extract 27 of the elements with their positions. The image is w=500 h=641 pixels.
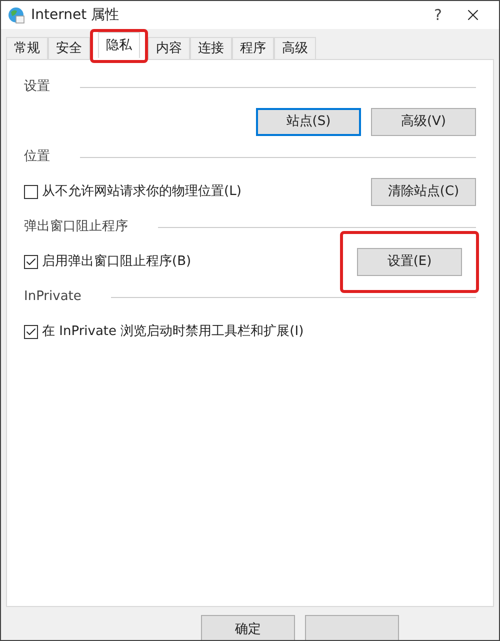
- tab[interactable]: 内容: [148, 37, 190, 59]
- tab[interactable]: 高级: [274, 37, 316, 59]
- checkbox[interactable]: [24, 325, 38, 339]
- checkbox-label: 在 InPrivate 浏览启动时禁用工具栏和扩展(I): [42, 323, 304, 342]
- dialog-button[interactable]: 设置(E): [357, 248, 462, 276]
- checkbox-label: 启用弹出窗口阻止程序(B): [42, 253, 192, 272]
- checkbox[interactable]: [24, 185, 38, 199]
- tab[interactable]: 隐私: [98, 32, 140, 58]
- tab[interactable]: 常规: [6, 37, 48, 59]
- dialog-button[interactable]: 确定: [201, 615, 295, 640]
- checkbox-label: 从不允许网站请求你的物理位置(L): [42, 183, 242, 202]
- help-button[interactable]: ?: [423, 4, 453, 26]
- group-title: InPrivate: [24, 288, 82, 306]
- window-title: Internet 属性: [31, 6, 120, 24]
- tab[interactable]: 连接: [190, 37, 232, 59]
- group-title: 位置: [24, 148, 50, 166]
- tab[interactable]: 安全: [48, 37, 90, 59]
- dialog-button[interactable]: 高级(V): [371, 108, 476, 136]
- globe-icon: [7, 6, 25, 24]
- group-title: 设置: [24, 78, 50, 96]
- dialog-button[interactable]: 站点(S): [256, 108, 361, 136]
- check-icon: [25, 326, 37, 338]
- group-title: 弹出窗口阻止程序: [24, 218, 128, 236]
- check-icon: [25, 256, 37, 268]
- checkbox[interactable]: [24, 255, 38, 269]
- tab[interactable]: 程序: [232, 37, 274, 59]
- dialog-button[interactable]: 清除站点(C): [371, 178, 476, 206]
